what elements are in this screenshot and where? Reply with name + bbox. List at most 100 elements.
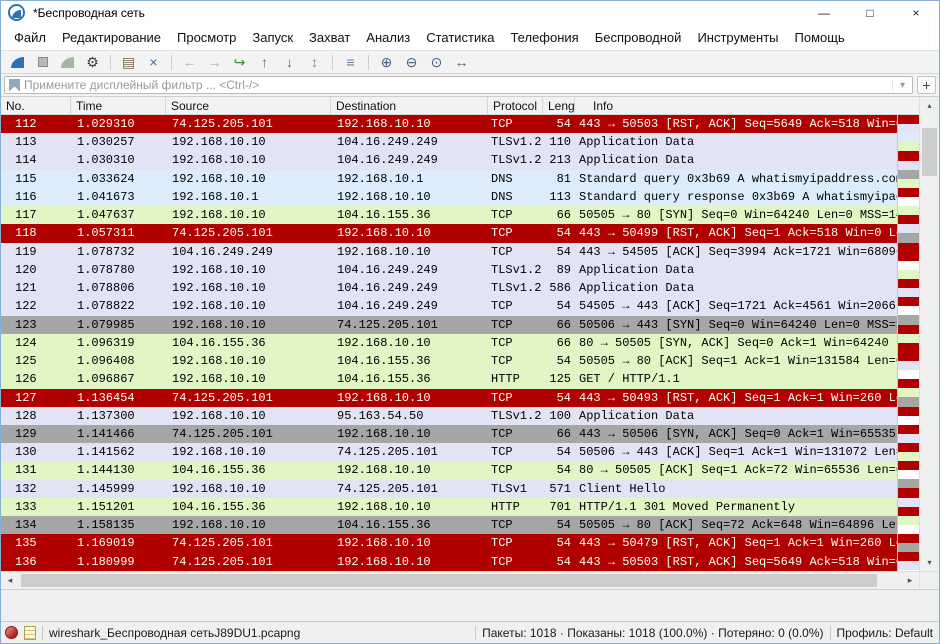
column-header-dst[interactable]: Destination: [331, 97, 488, 114]
filter-dropdown-icon[interactable]: ▾: [892, 80, 912, 91]
scroll-up-icon[interactable]: ▴: [920, 97, 939, 114]
restart-capture-button[interactable]: [56, 53, 79, 72]
packet-row[interactable]: 1161.041673192.168.10.1192.168.10.10DNS1…: [1, 188, 897, 206]
close-file-button[interactable]: ×: [142, 53, 165, 72]
column-header-len[interactable]: Length: [543, 97, 575, 114]
menu-analyze[interactable]: Анализ: [358, 27, 418, 48]
horizontal-scrollbar[interactable]: ◂ ▸: [1, 571, 939, 589]
packet-row[interactable]: 1121.02931074.125.205.101192.168.10.10TC…: [1, 115, 897, 133]
column-header-proto[interactable]: Protocol: [488, 97, 543, 114]
cell-src: 192.168.10.10: [166, 297, 331, 315]
filter-bookmark-icon[interactable]: [9, 79, 20, 92]
cell-len: 125: [543, 370, 575, 388]
cell-info: Application Data: [575, 261, 897, 279]
scroll-left-icon[interactable]: ◂: [1, 572, 19, 589]
packet-row[interactable]: 1331.151201104.16.155.36192.168.10.10HTT…: [1, 498, 897, 516]
packet-row[interactable]: 1181.05731174.125.205.101192.168.10.10TC…: [1, 224, 897, 242]
column-header-info[interactable]: Info: [575, 97, 919, 114]
go-last-packet-button[interactable]: ↓: [278, 53, 301, 72]
capture-comment-icon[interactable]: [24, 626, 36, 640]
packet-row[interactable]: 1351.16901974.125.205.101192.168.10.10TC…: [1, 534, 897, 552]
colorize-packets-button[interactable]: ≡: [339, 53, 362, 72]
zoom-normal-button[interactable]: ⊙: [425, 53, 448, 72]
vertical-scroll-track[interactable]: [920, 114, 939, 554]
zoom-out-button[interactable]: ⊖: [400, 53, 423, 72]
packet-row[interactable]: 1201.078780192.168.10.10104.16.249.249TL…: [1, 261, 897, 279]
column-header-time[interactable]: Time: [71, 97, 166, 114]
packet-row[interactable]: 1241.096319104.16.155.36192.168.10.10TCP…: [1, 334, 897, 352]
packet-row[interactable]: 1131.030257192.168.10.10104.16.249.249TL…: [1, 133, 897, 151]
menu-edit[interactable]: Редактирование: [54, 27, 169, 48]
menu-statistics[interactable]: Статистика: [418, 27, 502, 48]
display-filter-input[interactable]: Примените дисплейный фильтр ... <Ctrl-/>…: [4, 76, 913, 94]
auto-scroll-button[interactable]: ↕: [303, 53, 326, 72]
menu-capture[interactable]: Захват: [301, 27, 358, 48]
packet-row[interactable]: 1251.096408192.168.10.10104.16.155.36TCP…: [1, 352, 897, 370]
resize-columns-button[interactable]: ↔: [450, 53, 473, 72]
minimap-stripe: [898, 561, 919, 570]
scroll-down-icon[interactable]: ▾: [920, 554, 939, 571]
menu-file[interactable]: Файл: [6, 27, 54, 48]
packet-row[interactable]: 1291.14146674.125.205.101192.168.10.10TC…: [1, 425, 897, 443]
capture-options-button[interactable]: ⚙: [81, 53, 104, 72]
horizontal-scroll-thumb[interactable]: [21, 574, 877, 587]
go-forward-button[interactable]: →: [203, 53, 226, 72]
packet-row[interactable]: 1281.137300192.168.10.1095.163.54.50TLSv…: [1, 407, 897, 425]
close-button[interactable]: ×: [893, 1, 939, 24]
start-capture-button[interactable]: [6, 53, 29, 72]
packet-row[interactable]: 1311.144130104.16.155.36192.168.10.10TCP…: [1, 461, 897, 479]
cell-src: 192.168.10.10: [166, 370, 331, 388]
packet-row[interactable]: 1301.141562192.168.10.1074.125.205.101TC…: [1, 443, 897, 461]
cell-src: 192.168.10.10: [166, 151, 331, 169]
go-to-packet-icon: ↪: [234, 54, 246, 71]
go-back-button[interactable]: ←: [178, 53, 201, 72]
cell-info: 443 → 50503 [RST, ACK] Seq=5649 Ack=518 …: [575, 553, 897, 571]
minimize-button[interactable]: —: [801, 1, 847, 24]
packet-row[interactable]: 1321.145999192.168.10.1074.125.205.101TL…: [1, 480, 897, 498]
open-file-button[interactable]: ▤: [117, 53, 140, 72]
filter-placeholder-text: Примените дисплейный фильтр ... <Ctrl-/>: [24, 78, 892, 92]
stop-capture-button[interactable]: [31, 53, 54, 72]
cell-time: 1.158135: [71, 516, 166, 534]
expert-info-icon[interactable]: [5, 626, 18, 639]
menu-help[interactable]: Помощь: [787, 27, 853, 48]
horizontal-scroll-track[interactable]: [19, 572, 901, 589]
menu-tools[interactable]: Инструменты: [689, 27, 786, 48]
column-header-no[interactable]: No.: [1, 97, 71, 114]
menu-go[interactable]: Запуск: [244, 27, 301, 48]
cell-dst: 104.16.249.249: [331, 151, 488, 169]
menu-wireless[interactable]: Беспроводной: [587, 27, 690, 48]
packet-row[interactable]: 1261.096867192.168.10.10104.16.155.36HTT…: [1, 370, 897, 388]
packet-row[interactable]: 1231.079985192.168.10.1074.125.205.101TC…: [1, 316, 897, 334]
cell-dst: 192.168.10.10: [331, 188, 488, 206]
packet-row[interactable]: 1171.047637192.168.10.10104.16.155.36TCP…: [1, 206, 897, 224]
column-header-src[interactable]: Source: [166, 97, 331, 114]
maximize-button[interactable]: □: [847, 1, 893, 24]
packet-row[interactable]: 1341.158135192.168.10.10104.16.155.36TCP…: [1, 516, 897, 534]
profile-label[interactable]: Профиль: Default: [837, 626, 934, 640]
packet-row[interactable]: 1271.13645474.125.205.101192.168.10.10TC…: [1, 389, 897, 407]
cell-info: HTTP/1.1 301 Moved Permanently: [575, 498, 897, 516]
packet-minimap[interactable]: [897, 115, 919, 571]
zoom-in-button[interactable]: ⊕: [375, 53, 398, 72]
packet-row[interactable]: 1151.033624192.168.10.10192.168.10.1DNS8…: [1, 170, 897, 188]
cell-len: 701: [543, 498, 575, 516]
minimap-stripe: [898, 297, 919, 306]
vertical-scroll-thumb[interactable]: [922, 128, 937, 176]
vertical-scrollbar[interactable]: ▴ ▾: [919, 97, 939, 571]
add-filter-button[interactable]: +: [917, 76, 936, 94]
packet-row[interactable]: 1141.030310192.168.10.10104.16.249.249TL…: [1, 151, 897, 169]
go-first-packet-button[interactable]: ↑: [253, 53, 276, 72]
cell-time: 1.057311: [71, 224, 166, 242]
go-to-packet-button[interactable]: ↪: [228, 53, 251, 72]
cell-no: 126: [1, 370, 71, 388]
packet-row[interactable]: 1361.18099974.125.205.101192.168.10.10TC…: [1, 553, 897, 571]
packet-row[interactable]: 1211.078806192.168.10.10104.16.249.249TL…: [1, 279, 897, 297]
packet-row[interactable]: 1221.078822192.168.10.10104.16.249.249TC…: [1, 297, 897, 315]
menu-telephony[interactable]: Телефония: [502, 27, 586, 48]
packet-row[interactable]: 1191.078732104.16.249.249192.168.10.10TC…: [1, 243, 897, 261]
menu-view[interactable]: Просмотр: [169, 27, 244, 48]
cell-src: 192.168.10.10: [166, 480, 331, 498]
cell-time: 1.078822: [71, 297, 166, 315]
scroll-right-icon[interactable]: ▸: [901, 572, 919, 589]
